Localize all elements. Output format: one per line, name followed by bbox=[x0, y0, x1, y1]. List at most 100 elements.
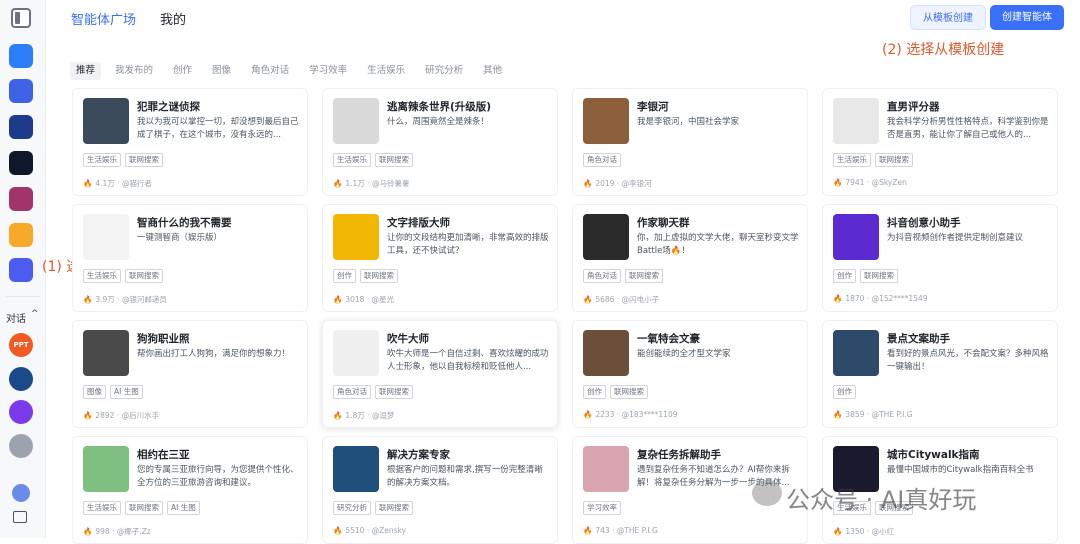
footer-separator: · bbox=[864, 294, 872, 303]
tab-agent-square[interactable]: 智能体广场 bbox=[71, 9, 136, 28]
agent-title: 景点文案助手 bbox=[887, 333, 950, 345]
agent-description: 根据客户的问题和需求,撰写一份完整清晰的解决方案文档。 bbox=[387, 465, 543, 488]
fire-icon: 🔥 bbox=[83, 179, 93, 188]
agent-description: 你，加上虚拟的文学大佬，聊天室秒变文学Battle场🔥！ bbox=[637, 233, 799, 256]
agent-card[interactable]: 作家聊天群 你，加上虚拟的文学大佬，聊天室秒变文学Battle场🔥！ 角色对话 联网搜… bbox=[572, 204, 808, 312]
agent-title: 解决方案专家 bbox=[387, 449, 450, 461]
usage-count: 1870 bbox=[845, 294, 865, 303]
music-app-icon[interactable] bbox=[9, 223, 33, 247]
filter-creation[interactable]: 创作 bbox=[167, 62, 198, 80]
agent-card[interactable]: 解决方案专家 根据客户的问题和需求,撰写一份完整清晰的解决方案文档。 研究分析 联网搜… bbox=[322, 436, 558, 544]
conversation-avatar-2[interactable] bbox=[9, 400, 33, 424]
agent-tag: 联网搜索 bbox=[125, 153, 163, 167]
filter-research[interactable]: 研究分析 bbox=[419, 62, 469, 80]
layout-icon[interactable] bbox=[13, 511, 27, 523]
usage-count: 3018 bbox=[345, 295, 365, 304]
agent-footer: 🔥 1870 · @152****1549 bbox=[833, 294, 928, 303]
agent-card[interactable]: 狗狗职业照 帮你画出打工人狗狗，满足你的想象力！ 图像 AI 生图 🔥 2892 · @后… bbox=[72, 320, 308, 428]
agent-menu-icon[interactable] bbox=[9, 258, 33, 282]
usage-count: 4.1万 bbox=[95, 179, 115, 188]
chevron-up-icon[interactable]: ^ bbox=[31, 309, 39, 319]
sidebar-toggle-icon[interactable] bbox=[11, 8, 31, 28]
filter-role-chat[interactable]: 角色对话 bbox=[245, 62, 295, 80]
usage-count: 3.9万 bbox=[95, 295, 115, 304]
agent-tag: 角色对话 bbox=[333, 385, 371, 399]
agent-tag: 创作 bbox=[833, 269, 856, 283]
agent-description: 一键测智商（娱乐版） bbox=[137, 233, 223, 243]
agent-card[interactable]: 相约在三亚 您的专属三亚旅行向导，为您提供个性化、全方位的三亚旅游咨询和建议。 生活… bbox=[72, 436, 308, 544]
filter-other[interactable]: 其他 bbox=[477, 62, 508, 80]
app-icon-4[interactable] bbox=[9, 151, 33, 175]
filter-lifestyle[interactable]: 生活娱乐 bbox=[361, 62, 411, 80]
sidebar: 对话 ^ PPT bbox=[0, 0, 46, 538]
agent-avatar bbox=[583, 446, 629, 492]
agent-title: 相约在三亚 bbox=[137, 449, 190, 461]
fire-icon: 🔥 bbox=[833, 410, 843, 419]
filter-learning[interactable]: 学习效率 bbox=[303, 62, 353, 80]
agent-card[interactable]: 犯罪之谜侦探 我以为我可以掌控一切，却没想到最后自己成了棋子，在这个城市，没有永远… bbox=[72, 88, 308, 196]
filter-recommended[interactable]: 推荐 bbox=[70, 62, 102, 80]
create-agent-button[interactable]: 创建智能体 bbox=[990, 5, 1064, 30]
footer-separator: · bbox=[364, 526, 372, 535]
agent-avatar bbox=[83, 330, 129, 376]
agent-card[interactable]: 逃离辣条世界(升级版) 什么，周围竟然全是辣条！ 生活娱乐 联网搜索 🔥 1.1万 · @… bbox=[322, 88, 558, 196]
app-icon-3[interactable] bbox=[9, 115, 33, 139]
footer-separator: · bbox=[364, 411, 372, 420]
agent-tag: 角色对话 bbox=[583, 153, 621, 167]
agent-footer: 🔥 3018 · @星光 bbox=[333, 294, 394, 305]
user-profile-icon[interactable] bbox=[12, 484, 30, 502]
agent-card[interactable]: 景点文案助手 看到好的景点风光，不会配文案？多种风格一键输出！ 创作 🔥 3859 · … bbox=[822, 320, 1058, 428]
agent-avatar bbox=[833, 214, 879, 260]
agent-card[interactable]: 直男评分器 我会科学分析男性性格特点，科学鉴别你是否是直男，能让你了解自己或他人的… bbox=[822, 88, 1058, 196]
agent-description: 帮你画出打工人狗狗，满足你的想象力！ bbox=[137, 349, 291, 359]
create-from-template-button[interactable]: 从模板创建 bbox=[910, 5, 986, 30]
agent-card[interactable]: 抖音创意小助手 为抖音视频创作者提供定制创意建议 创作 联网搜索 🔥 1870 · @15… bbox=[822, 204, 1058, 312]
agent-title: 复杂任务拆解助手 bbox=[637, 449, 721, 461]
agent-description: 吹牛大师是一个自信过剩、喜欢炫耀的成功人士形象，他以自我标榜和贬低他人... bbox=[387, 349, 549, 372]
conversation-avatar-1[interactable] bbox=[9, 367, 33, 391]
fire-icon: 🔥 bbox=[833, 178, 843, 187]
ppt-app-icon[interactable]: PPT bbox=[9, 333, 33, 357]
agent-author: @183****1109 bbox=[621, 410, 678, 419]
tab-mine[interactable]: 我的 bbox=[160, 9, 186, 28]
conversation-avatar-3[interactable] bbox=[9, 434, 33, 458]
agent-tag: 联网搜索 bbox=[610, 385, 648, 399]
filter-my-published[interactable]: 我发布的 bbox=[109, 62, 159, 80]
agent-title: 逃离辣条世界(升级版) bbox=[387, 101, 492, 113]
filter-image[interactable]: 图像 bbox=[206, 62, 237, 80]
agent-avatar bbox=[83, 98, 129, 144]
footer-separator: · bbox=[864, 410, 872, 419]
app-icon-5[interactable] bbox=[9, 187, 33, 211]
agent-footer: 🔥 7941 · @SkyZen bbox=[833, 178, 907, 187]
agent-tags: 生活娱乐 联网搜索 bbox=[83, 153, 163, 167]
agent-tag: 生活娱乐 bbox=[83, 153, 121, 167]
agent-description: 您的专属三亚旅行向导，为您提供个性化、全方位的三亚旅游咨询和建议。 bbox=[137, 465, 299, 488]
agent-description: 我以为我可以掌控一切，却没想到最后自己成了棋子，在这个城市，没有永远的... bbox=[137, 117, 299, 140]
agent-card[interactable]: 文字排版大师 让你的文段结构更加清晰，非常高效的排版工具，还不快试试？ 创作 联网搜索… bbox=[322, 204, 558, 312]
agent-description: 什么，周围竟然全是辣条！ bbox=[387, 117, 490, 127]
app-icon-2[interactable] bbox=[9, 79, 33, 103]
usage-count: 1.1万 bbox=[345, 179, 365, 188]
agent-tag: 生活娱乐 bbox=[333, 153, 371, 167]
agent-description: 我会科学分析男性性格特点，科学鉴别你是否是直男，能让你了解自己或他人的... bbox=[887, 117, 1049, 140]
agent-card[interactable]: 李银河 我是李银河，中国社会学家 角色对话 🔥 2019 · @李银河 bbox=[572, 88, 808, 196]
agent-card[interactable]: 吹牛大师 吹牛大师是一个自信过剩、喜欢炫耀的成功人士形象，他以自我标榜和贬低他人.… bbox=[322, 320, 558, 428]
agent-card[interactable]: 智商什么的我不需要 一键测智商（娱乐版） 生活娱乐 联网搜索 🔥 3.9万 · @银河邮递… bbox=[72, 204, 308, 312]
agent-title: 作家聊天群 bbox=[637, 217, 690, 229]
agent-footer: 🔥 743 · @THE P.I.G bbox=[583, 526, 658, 535]
agent-author: @银河邮递员 bbox=[121, 295, 167, 304]
agent-author: @SkyZen bbox=[871, 178, 907, 187]
usage-count: 743 bbox=[595, 526, 610, 535]
search-app-icon[interactable] bbox=[9, 44, 33, 68]
agent-tag: 联网搜索 bbox=[875, 153, 913, 167]
agent-avatar bbox=[583, 98, 629, 144]
usage-count: 1350 bbox=[845, 527, 865, 536]
agent-avatar bbox=[333, 214, 379, 260]
agent-avatar bbox=[333, 98, 379, 144]
agent-title: 抖音创意小助手 bbox=[887, 217, 961, 229]
usage-count: 1.8万 bbox=[345, 411, 365, 420]
conversation-section-label[interactable]: 对话 bbox=[6, 310, 26, 325]
agent-tag: AI 生图 bbox=[167, 501, 200, 515]
usage-count: 2019 bbox=[595, 179, 615, 188]
agent-card[interactable]: 一氧特会文豪 能创能续的全才型文学家 创作 联网搜索 🔥 2233 · @183****1… bbox=[572, 320, 808, 428]
